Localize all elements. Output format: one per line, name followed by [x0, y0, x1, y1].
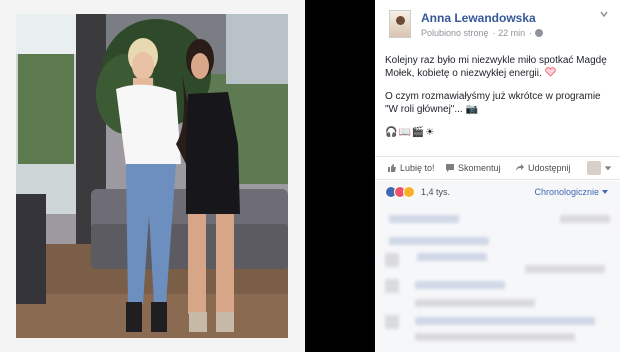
share-button[interactable]: Udostępnij [515, 163, 571, 173]
photo-frame [0, 0, 305, 352]
photo-viewer [0, 0, 305, 352]
comments-blurred [375, 203, 620, 352]
avatar [587, 161, 601, 175]
reaction-count[interactable]: 1,4 tys. [421, 187, 450, 197]
post-meta: Polubiono stronę · 22 min · [421, 28, 547, 38]
comment-button[interactable]: Skomentuj [445, 163, 501, 173]
wow-reaction-icon [403, 186, 415, 198]
emoji-line: 🎧📖🎬☀ [385, 127, 436, 138]
post-time[interactable]: 22 min [498, 28, 525, 38]
caret-down-icon [604, 166, 612, 171]
post-actions: Lubię to! Skomentuj Udostępnij [375, 156, 620, 180]
chevron-down-icon[interactable] [600, 10, 608, 18]
like-button[interactable]: Lubię to! [387, 163, 435, 173]
avatar[interactable] [389, 10, 411, 38]
post-paragraph-1: Kolejny raz było mi niezwykle miło spotk… [385, 55, 607, 79]
reactor-selector[interactable] [587, 161, 612, 175]
author-name[interactable]: Anna Lewandowska [421, 11, 536, 25]
post-text: Kolejny raz było mi niezwykle miło spotk… [385, 54, 611, 149]
post-header: Anna Lewandowska Polubiono stronę · 22 mi… [385, 8, 610, 42]
liked-page-label[interactable]: Polubiono stronę [421, 28, 489, 38]
viewer-gutter [305, 0, 375, 352]
reaction-icons[interactable] [385, 186, 415, 198]
comment-order-dropdown[interactable]: Chronologicznie [534, 187, 608, 197]
share-icon [516, 164, 524, 171]
post-paragraph-2: O czym rozmawiałyśmy już wkrótce w progr… [385, 91, 601, 115]
camera-emoji-icon: 📷 [465, 104, 478, 115]
reactions-bar: 1,4 tys. Chronologicznie [375, 181, 620, 203]
heart-icon [544, 67, 556, 77]
comment-icon [446, 164, 454, 172]
post-panel: Anna Lewandowska Polubiono stronę · 22 mi… [375, 0, 620, 352]
post-photo[interactable] [16, 14, 288, 338]
thumbs-up-icon [388, 164, 396, 172]
globe-icon [534, 29, 543, 37]
